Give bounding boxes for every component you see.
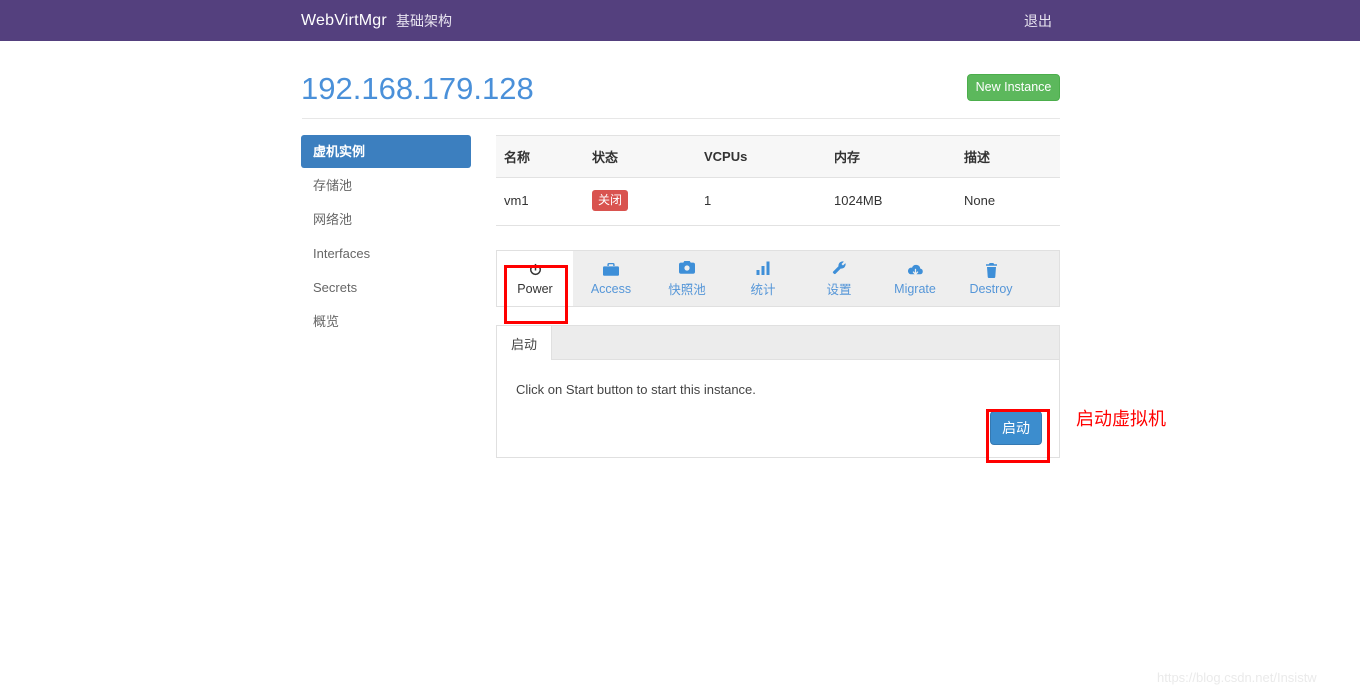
sidebar: 虚机实例 存储池 网络池 Interfaces Secrets 概览 xyxy=(301,135,471,338)
instances-table: 名称 状态 VCPUs 内存 描述 vm1 关闭 1 1024MB None xyxy=(496,135,1060,226)
tab-migrate-label: Migrate xyxy=(894,281,936,296)
instance-toolbar: Power Access 快照池 统计 设置 Migrate Destroy xyxy=(496,250,1060,307)
top-navbar: WebVirtMgr 基础架构 退出 xyxy=(0,0,1360,41)
start-button[interactable]: 启动 xyxy=(990,411,1042,445)
tab-power[interactable]: Power xyxy=(497,251,573,306)
sidebar-item-overview[interactable]: 概览 xyxy=(301,305,471,338)
cell-instance-state: 关闭 xyxy=(584,177,696,226)
power-panel: 启动 Click on Start button to start this i… xyxy=(496,325,1060,458)
tab-power-label: Power xyxy=(517,281,553,296)
power-icon xyxy=(528,262,543,279)
bar-chart-icon xyxy=(756,259,771,276)
table-row[interactable]: vm1 关闭 1 1024MB None xyxy=(496,177,1060,226)
annotation-label: 启动虚拟机 xyxy=(1076,409,1166,429)
tab-settings[interactable]: 设置 xyxy=(801,251,877,306)
status-badge: 关闭 xyxy=(592,190,629,211)
panel-body: Click on Start button to start this inst… xyxy=(497,360,1059,457)
new-instance-button[interactable]: New Instance xyxy=(967,74,1060,101)
sidebar-item-storages[interactable]: 存储池 xyxy=(301,169,471,202)
tab-snapshots[interactable]: 快照池 xyxy=(649,251,725,306)
panel-tab-start[interactable]: 启动 xyxy=(497,326,553,360)
table-header-description: 描述 xyxy=(956,135,1060,178)
panel-message: Click on Start button to start this inst… xyxy=(516,382,756,397)
sidebar-item-secrets[interactable]: Secrets xyxy=(301,271,471,304)
sidebar-item-networks[interactable]: 网络池 xyxy=(301,203,471,236)
camera-icon xyxy=(679,259,695,276)
tab-stats-label: 统计 xyxy=(750,283,776,297)
nav-link-infrastructure[interactable]: 基础架构 xyxy=(396,12,452,30)
sidebar-item-instances[interactable]: 虚机实例 xyxy=(301,135,471,168)
tab-destroy-label: Destroy xyxy=(969,281,1013,296)
tab-snapshots-label: 快照池 xyxy=(668,283,706,297)
cell-instance-description: None xyxy=(956,177,1060,226)
briefcase-icon xyxy=(603,262,619,279)
cell-instance-memory: 1024MB xyxy=(826,177,956,226)
page-title: 192.168.179.128 xyxy=(301,71,534,106)
table-header-vcpus: VCPUs xyxy=(696,135,826,178)
trash-icon xyxy=(985,262,998,279)
tab-settings-label: 设置 xyxy=(826,283,852,297)
table-header-state: 状态 xyxy=(584,135,696,178)
cloud-download-icon xyxy=(907,262,924,279)
panel-tab-bar: 启动 xyxy=(497,326,1059,360)
cell-instance-name[interactable]: vm1 xyxy=(496,177,584,226)
tab-destroy[interactable]: Destroy xyxy=(953,251,1029,306)
table-header-row: 名称 状态 VCPUs 内存 描述 xyxy=(496,135,1060,178)
wrench-icon xyxy=(832,259,847,276)
nav-link-logout[interactable]: 退出 xyxy=(1024,12,1052,30)
table-header-name: 名称 xyxy=(496,135,584,178)
cell-instance-vcpus: 1 xyxy=(696,177,826,226)
page-container: 192.168.179.128 New Instance 虚机实例 存储池 网络… xyxy=(0,41,1360,685)
watermark: https://blog.csdn.net/Insistw xyxy=(1157,670,1317,685)
brand-logo[interactable]: WebVirtMgr xyxy=(301,11,387,30)
main-content: 名称 状态 VCPUs 内存 描述 vm1 关闭 1 1024MB None P… xyxy=(496,135,1060,458)
tab-access-label: Access xyxy=(590,281,632,296)
title-divider xyxy=(302,118,1060,119)
tab-migrate[interactable]: Migrate xyxy=(877,251,953,306)
sidebar-item-interfaces[interactable]: Interfaces xyxy=(301,237,471,270)
tab-stats[interactable]: 统计 xyxy=(725,251,801,306)
tab-access[interactable]: Access xyxy=(573,251,649,306)
table-header-memory: 内存 xyxy=(826,135,956,178)
